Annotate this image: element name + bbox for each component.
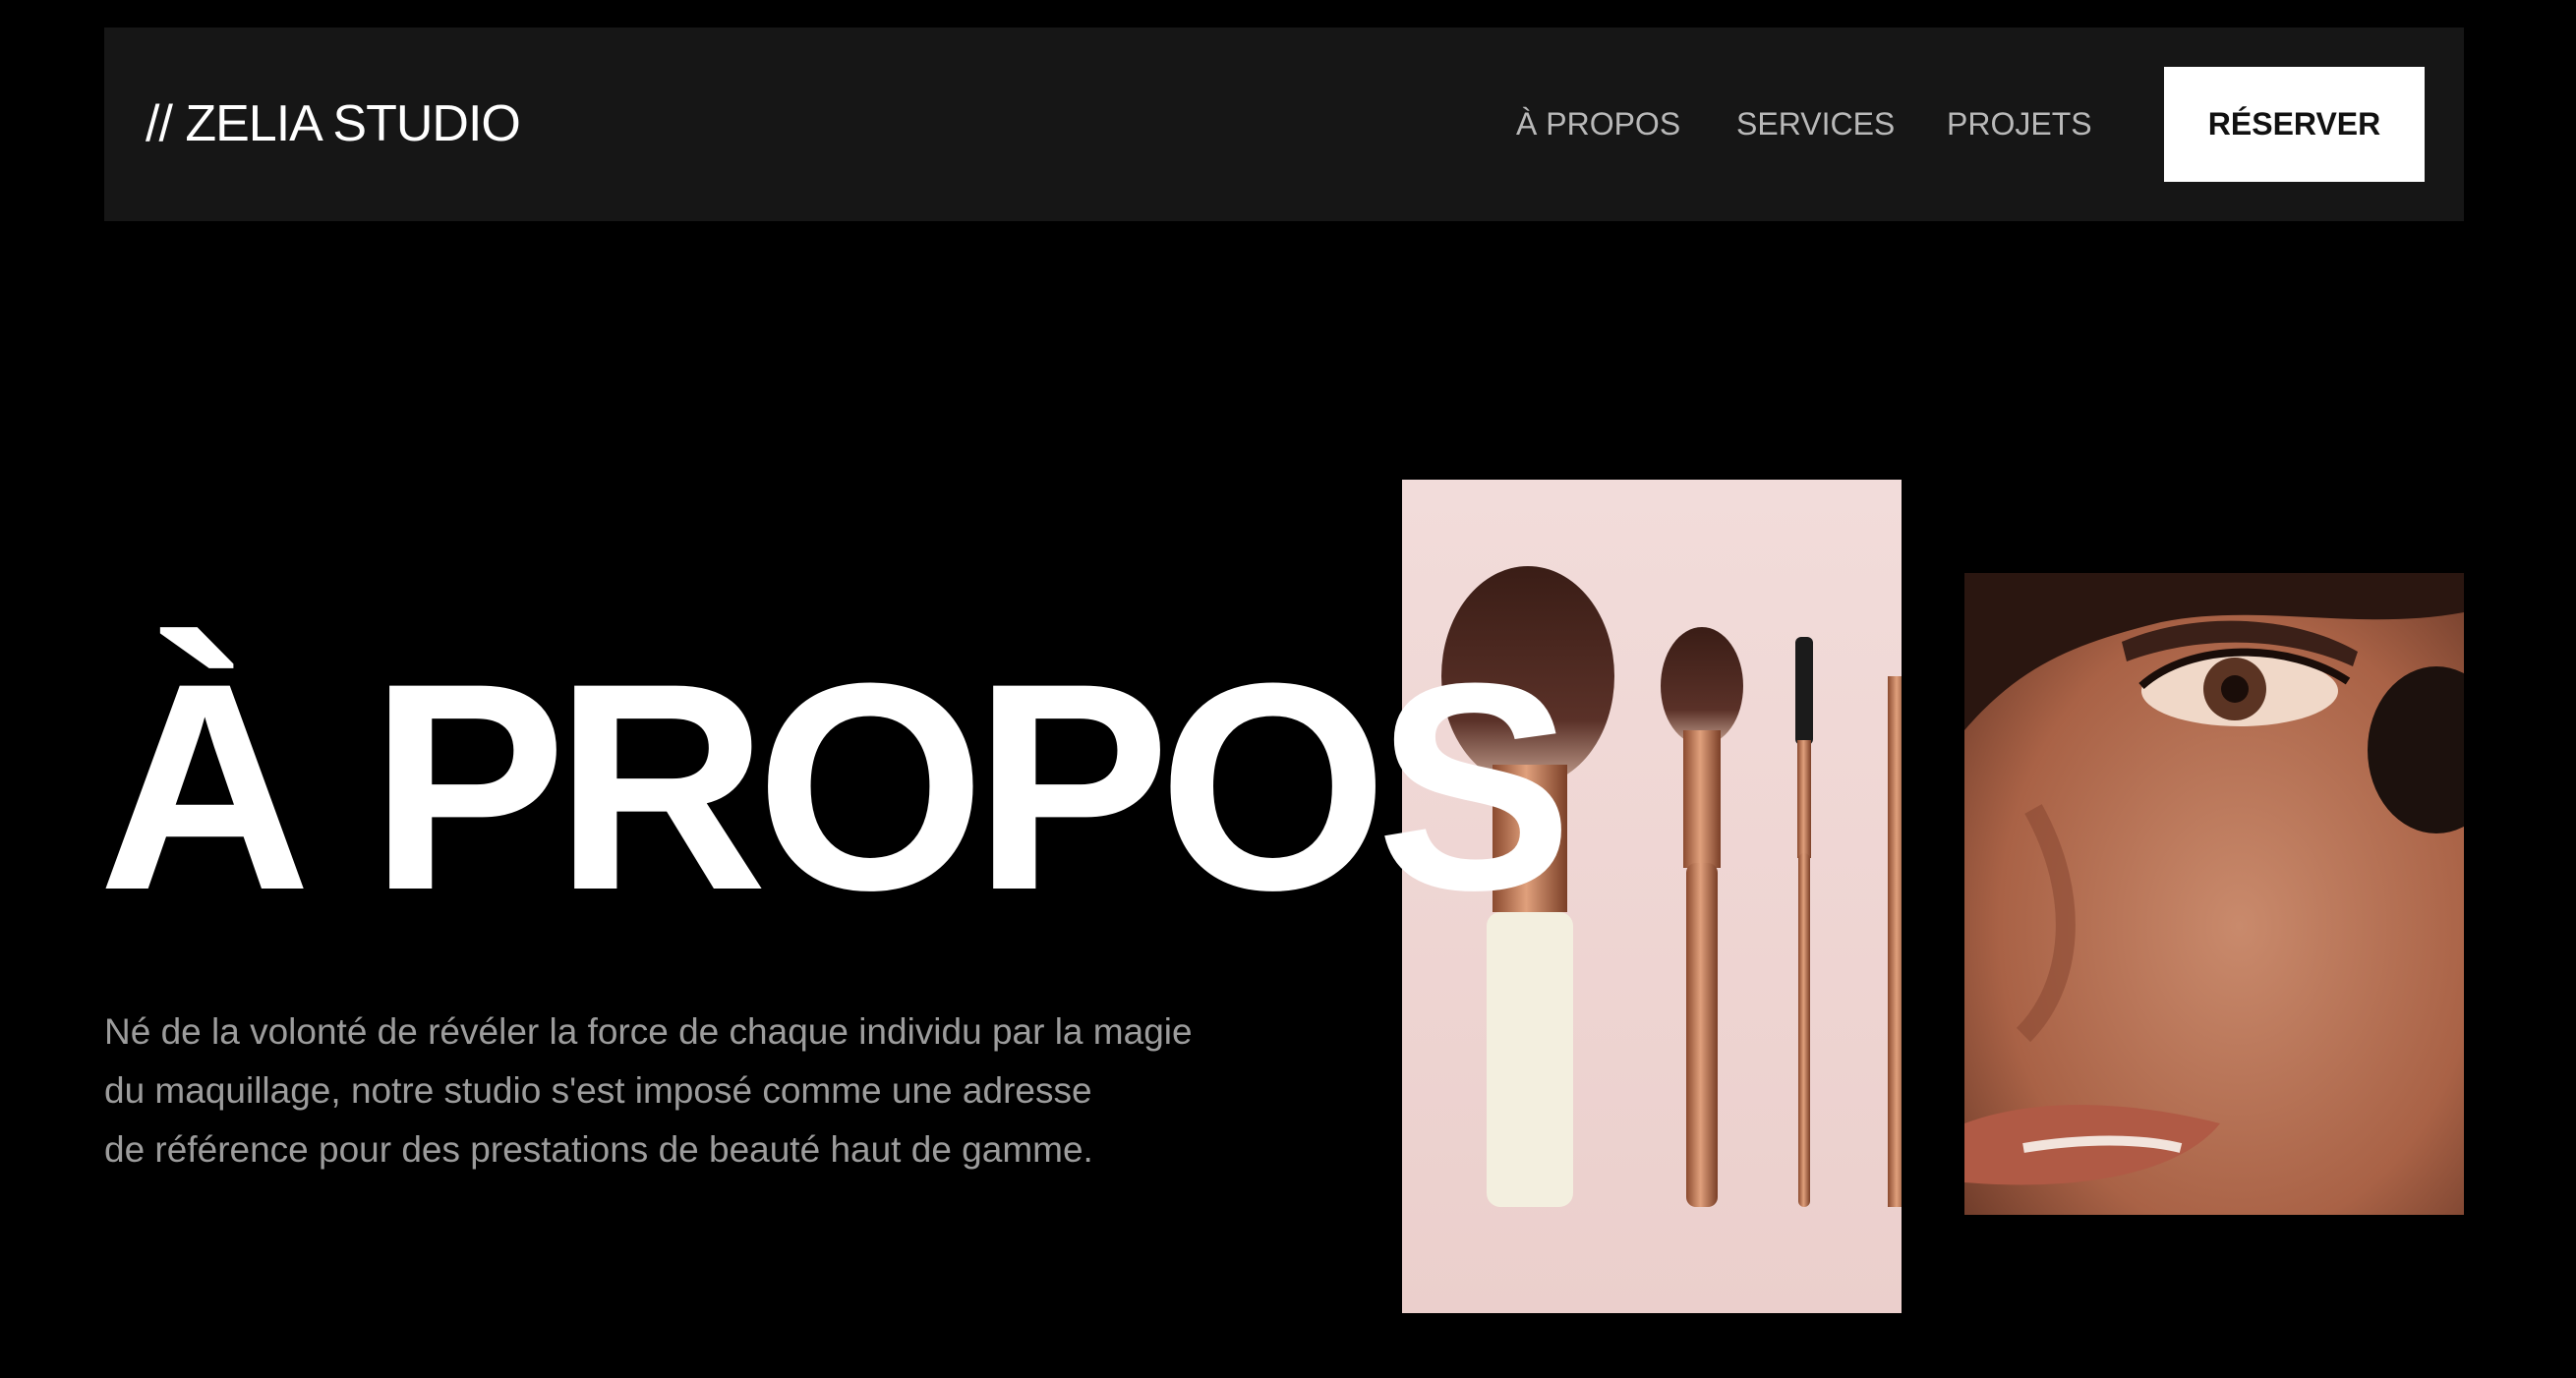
nav-link-services[interactable]: SERVICES: [1736, 28, 1895, 221]
page-title: À PROPOS: [98, 621, 1573, 951]
intro-line: de référence pour des prestations de bea…: [104, 1129, 1093, 1170]
logo[interactable]: // ZELIA STUDIO: [146, 28, 521, 221]
face-makeup-image: [1964, 573, 2464, 1215]
intro-line: Né de la volonté de révéler la force de …: [104, 1011, 1193, 1052]
nav-link-a-propos[interactable]: À PROPOS: [1516, 28, 1680, 221]
intro-paragraph: Né de la volonté de révéler la force de …: [104, 1003, 1284, 1179]
site-header: // ZELIA STUDIO À PROPOS SERVICES PROJET…: [104, 28, 2464, 221]
intro-line: du maquillage, notre studio s'est imposé…: [104, 1070, 1092, 1111]
reserve-button[interactable]: RÉSERVER: [2164, 67, 2425, 182]
nav-link-projets[interactable]: PROJETS: [1947, 28, 2092, 221]
